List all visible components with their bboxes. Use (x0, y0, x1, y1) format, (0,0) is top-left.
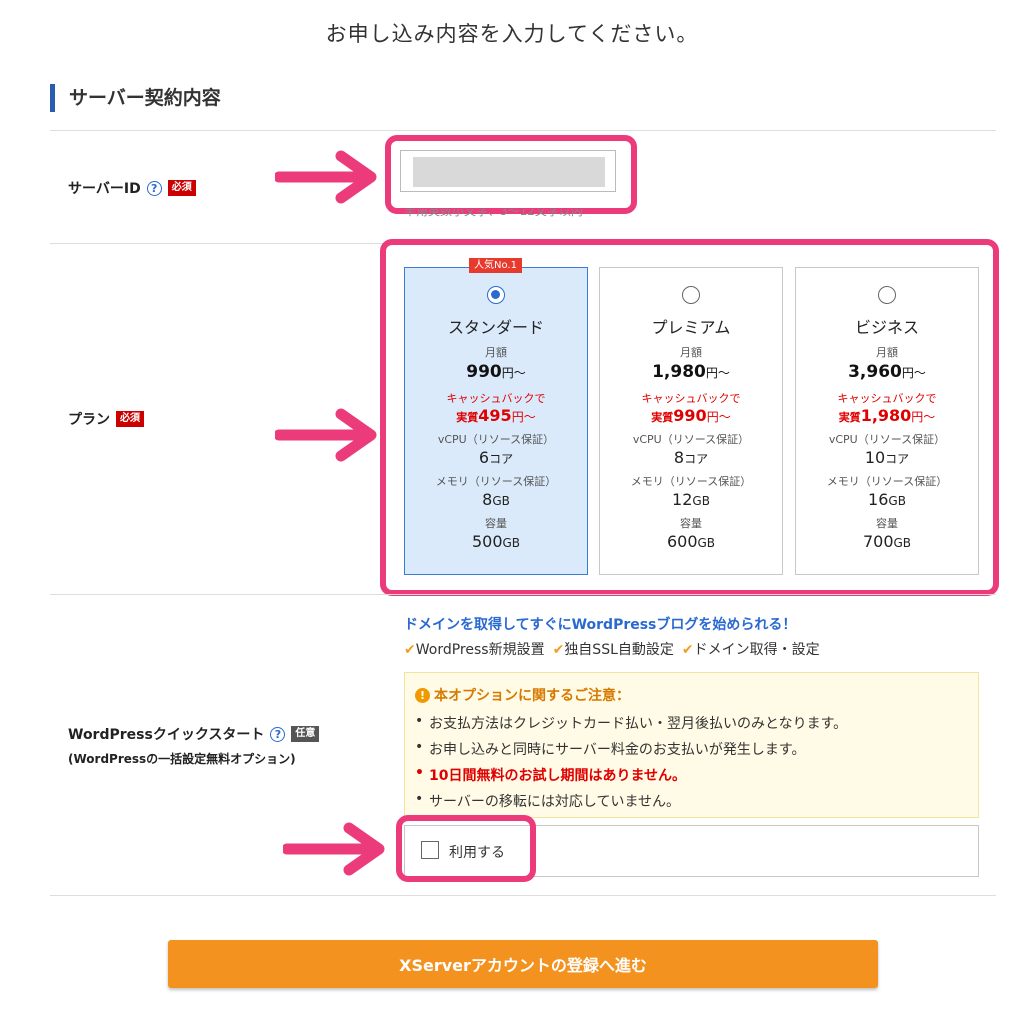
check-icon: ✔ (681, 642, 694, 658)
highlight-use-checkbox (396, 815, 536, 882)
arrow-icon (275, 150, 377, 204)
server-id-label: サーバーID (68, 181, 141, 197)
warning-icon: ! (415, 687, 430, 703)
feature-item: ✔独自SSL自動設定 (552, 642, 674, 658)
notice-item: 10日間無料のお試し期間はありません。 (415, 765, 968, 785)
divider (50, 594, 996, 595)
notice-box: ! 本オプションに関するご注意： お支払方法はクレジットカード払い・翌月後払いの… (404, 672, 979, 818)
notice-item: サーバーの移転には対応していません。 (415, 791, 968, 811)
plan-label-row: プラン 必須 (68, 409, 144, 429)
quick-start-label: WordPressクイックスタート (68, 727, 265, 743)
optional-badge: 任意 (291, 726, 320, 742)
quick-start-sublabel: (WordPressの一括設定無料オプション) (68, 752, 296, 766)
highlight-plans (380, 239, 999, 596)
notice-list: お支払方法はクレジットカード払い・翌月後払いのみとなります。 お申し込みと同時に… (415, 713, 968, 811)
help-icon[interactable]: ? (146, 180, 162, 196)
divider (50, 130, 996, 131)
quick-start-heading: ドメインを取得してすぐにWordPressブログを始められる！ (404, 617, 797, 633)
feature-item: ✔WordPress新規設置 (404, 642, 545, 658)
check-icon: ✔ (404, 642, 416, 658)
server-id-hint: 半角英数小文字、3～12文字以内 (404, 209, 583, 218)
notice-item: お支払方法はクレジットカード払い・翌月後払いのみとなります。 (415, 713, 968, 733)
notice-title: ! 本オプションに関するご注意： (415, 685, 968, 705)
arrow-icon (283, 822, 385, 876)
divider (50, 895, 996, 896)
required-badge: 必須 (167, 180, 196, 196)
required-badge: 必須 (116, 411, 144, 427)
section-heading: サーバー契約内容 (50, 84, 221, 112)
plan-label: プラン (68, 412, 110, 428)
quick-start-label-row: WordPressクイックスタート ? 任意 (68, 724, 320, 744)
submit-button[interactable]: XServerアカウントの登録へ進む (168, 940, 878, 988)
server-id-label-row: サーバーID ? 必須 (68, 178, 196, 198)
notice-item: お申し込みと同時にサーバー料金のお支払いが発生します。 (415, 739, 968, 759)
feature-item: ✔ドメイン取得・設定 (681, 642, 820, 658)
quick-start-features: ✔WordPress新規設置 ✔独自SSL自動設定 ✔ドメイン取得・設定 (404, 639, 820, 659)
check-icon: ✔ (552, 642, 565, 658)
highlight-server-id (385, 135, 637, 214)
page-title: お申し込み内容を入力してください。 (325, 22, 699, 46)
arrow-icon (275, 408, 377, 462)
help-icon[interactable]: ? (270, 726, 286, 742)
